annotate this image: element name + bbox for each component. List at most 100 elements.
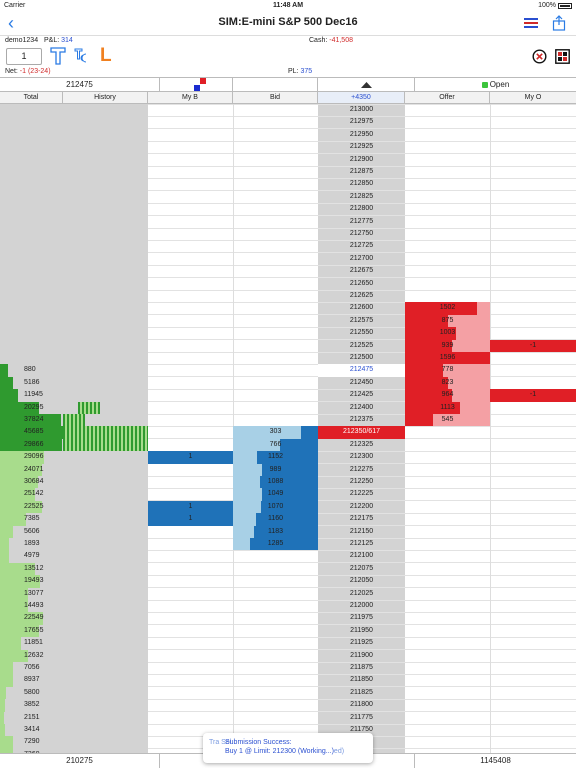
price-level[interactable]: 212050 [318,575,405,587]
offer-size[interactable]: 1596 [405,352,490,364]
bid-size[interactable]: 1049 [233,488,318,500]
price-level[interactable]: 212375 [318,414,405,426]
header-bid[interactable]: Bid [233,92,318,103]
header-offer[interactable]: Offer [405,92,490,103]
price-level[interactable]: 212300 [318,451,405,463]
price-level[interactable]: 211875 [318,662,405,674]
bid-size[interactable]: 1088 [233,476,318,488]
price-level[interactable]: 212700 [318,253,405,265]
offer-size[interactable]: 545 [405,414,490,426]
order-toast[interactable]: Tra Sel Submission Success: Buy 1 @ Limi… [203,733,373,763]
my-bid-order[interactable]: 1 [148,500,233,514]
price-level[interactable]: 211825 [318,687,405,699]
price-level[interactable]: 212550 [318,327,405,339]
price-level[interactable]: 212600 [318,302,405,314]
price-level[interactable]: 212125 [318,538,405,550]
bid-size[interactable]: 989 [233,464,318,476]
price-level[interactable]: 212775 [318,216,405,228]
price-level[interactable]: 211900 [318,650,405,662]
price-level[interactable]: 212325 [318,439,405,451]
my-offer-order[interactable]: -1 [490,339,576,352]
cancel-all-icon[interactable] [532,49,547,64]
price-level[interactable]: 212025 [318,588,405,600]
bid-size[interactable]: 766 [233,439,318,451]
price-level[interactable]: 211950 [318,625,405,637]
header-my-bids[interactable]: My B [148,92,233,103]
price-level[interactable]: 212500 [318,352,405,364]
recenter-button[interactable] [318,78,415,91]
bid-size[interactable]: 303 [233,426,318,438]
price-level[interactable]: 212200 [318,501,405,513]
share-icon[interactable] [552,15,566,31]
price-level[interactable]: 212450 [318,377,405,389]
price-level[interactable]: 212675 [318,265,405,277]
offer-size[interactable]: 1003 [405,327,490,339]
price-level[interactable]: 212000 [318,600,405,612]
price-level[interactable]: 212425 [318,389,405,401]
header-history[interactable]: History [63,92,148,103]
price-ladder[interactable]: 1502 875 1003 939 1596 778 823 964 1113 545 303 766… [0,104,576,753]
account-name: demo1234 [5,37,39,44]
header-my-offers[interactable]: My O [490,92,576,103]
price-level[interactable]: 211925 [318,637,405,649]
my-bid-order[interactable]: 1 [148,513,233,526]
price-level[interactable]: 212475 [318,364,405,376]
price-level[interactable]: 213000 [318,104,405,116]
price-level[interactable]: 211850 [318,674,405,686]
bid-size[interactable]: 1285 [233,538,318,550]
price-level[interactable]: 212150 [318,526,405,538]
price-level[interactable]: 212400 [318,402,405,414]
price-level[interactable]: 212075 [318,563,405,575]
price-level[interactable]: 212650 [318,278,405,290]
header-price-offset[interactable]: +4350 [318,92,405,103]
triangle-up-icon [361,82,372,88]
price-level[interactable]: 212975 [318,116,405,128]
price-level[interactable]: 212825 [318,191,405,203]
my-bid-order[interactable]: 1 [148,451,233,464]
bid-size[interactable]: 1152 [233,451,318,463]
price-level[interactable]: 212950 [318,129,405,141]
header-total[interactable]: Total [0,92,63,103]
price-level[interactable]: 212175 [318,513,405,525]
t-icon[interactable] [48,45,68,67]
price-level[interactable]: 212900 [318,154,405,166]
flag-cell[interactable] [160,78,233,91]
price-level[interactable]: 212850 [318,178,405,190]
price-level[interactable]: 212225 [318,488,405,500]
price-level[interactable]: 212750 [318,228,405,240]
price-level[interactable]: 212925 [318,141,405,153]
price-level[interactable]: 212725 [318,240,405,252]
price-level[interactable]: 211800 [318,699,405,711]
offer-size[interactable]: 1502 [405,302,490,314]
my-offer-order[interactable]: -1 [490,389,576,402]
price-level[interactable]: 212875 [318,166,405,178]
price-level[interactable]: 212100 [318,550,405,562]
cash-value: -41,508 [329,37,353,44]
menu-lines-icon[interactable] [524,18,538,28]
offer-size[interactable]: 875 [405,315,490,327]
quantity-field[interactable]: 1 [6,48,42,65]
offer-size[interactable]: 778 [405,364,490,376]
price-level[interactable]: 212275 [318,464,405,476]
toast-ghost-suffix: ed) [333,748,345,755]
price-level[interactable]: 211775 [318,712,405,724]
bid-size[interactable]: 1070 [233,501,318,513]
volume-total: 2151 [24,713,40,721]
offer-size[interactable]: 1113 [405,402,490,414]
price-level[interactable]: 211975 [318,612,405,624]
flatten-icon[interactable] [555,49,570,64]
offer-size[interactable]: 939 [405,340,490,352]
limit-order-type-icon[interactable]: L [100,45,120,67]
price-level[interactable]: 212575 [318,315,405,327]
bid-size[interactable]: 1183 [233,526,318,538]
offer-size[interactable]: 964 [405,389,490,401]
offer-size[interactable]: 823 [405,377,490,389]
history-bar [63,426,148,439]
price-level[interactable]: 212800 [318,203,405,215]
price-level[interactable]: 212250 [318,476,405,488]
trailing-stop-icon[interactable] [72,45,92,67]
price-level[interactable]: 212625 [318,290,405,302]
bid-size[interactable]: 1160 [233,513,318,525]
price-level[interactable]: 212350/617 [318,426,405,438]
price-level[interactable]: 212525 [318,340,405,352]
